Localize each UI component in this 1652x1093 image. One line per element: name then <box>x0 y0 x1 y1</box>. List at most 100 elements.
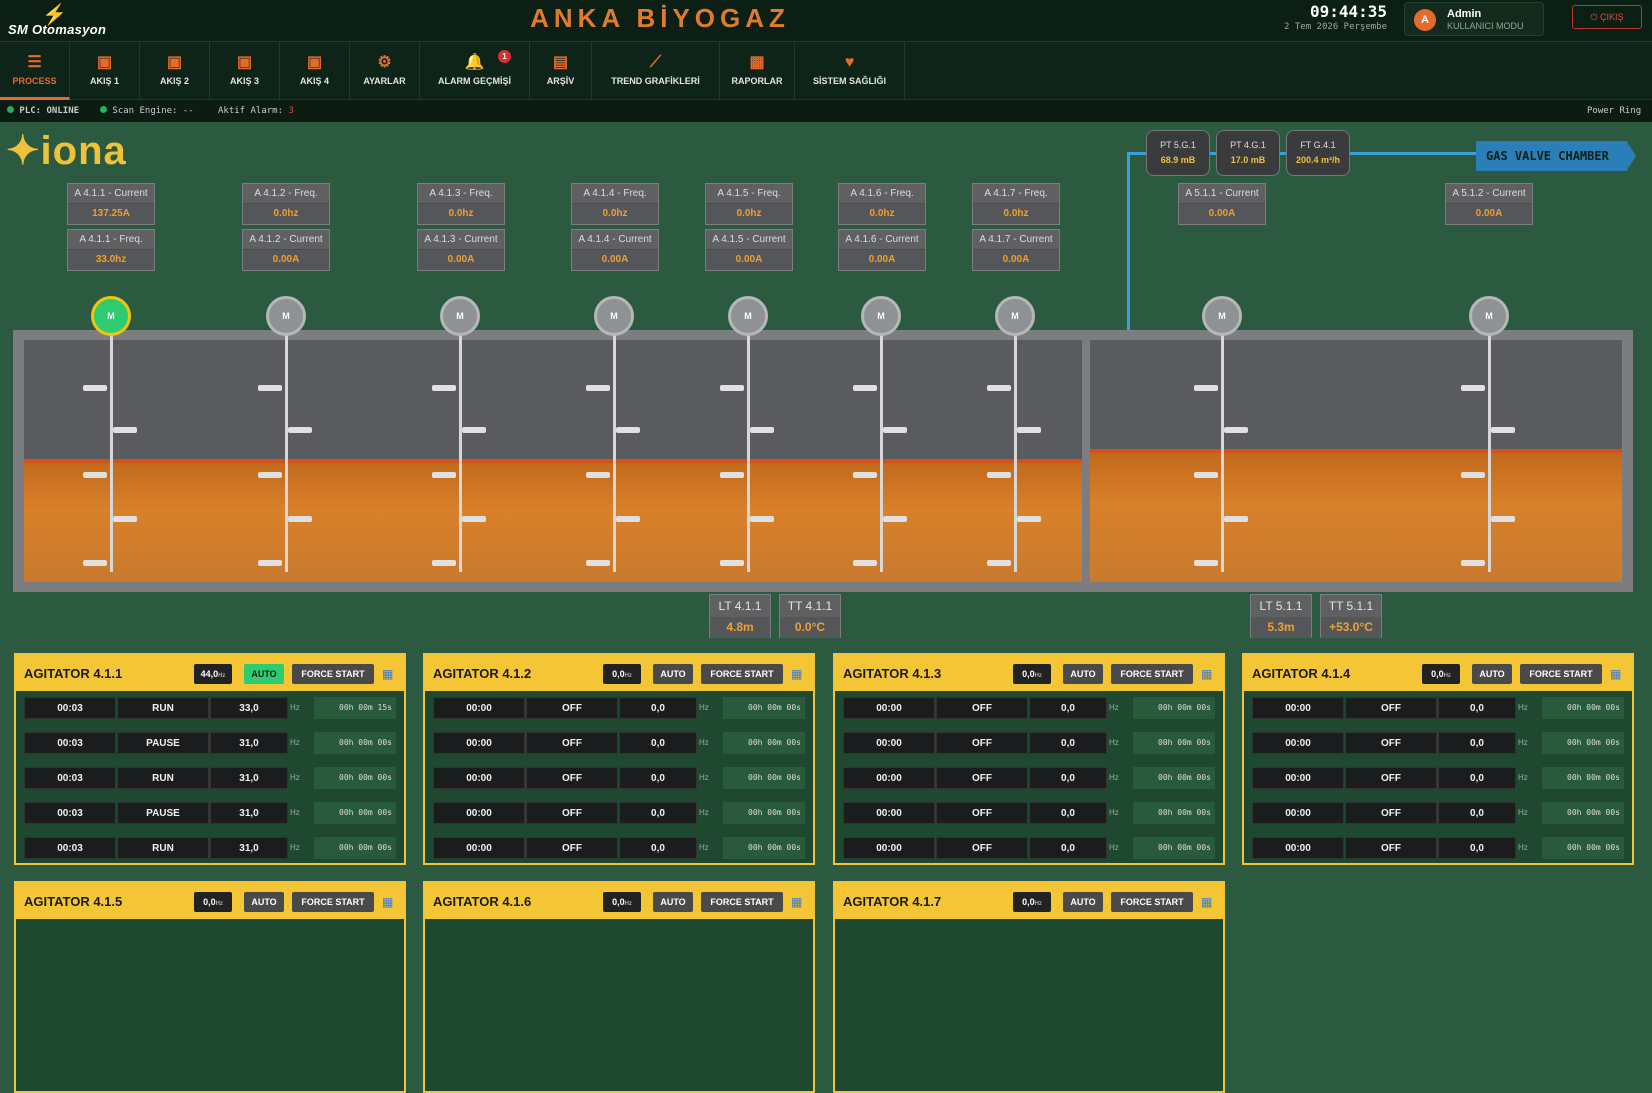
nav-item-9[interactable]: ▦ RAPORLAR <box>720 42 795 100</box>
force-start-button[interactable]: FORCE START <box>1111 892 1193 912</box>
row-freq[interactable]: 31,0 <box>210 802 288 824</box>
force-start-button[interactable]: FORCE START <box>701 892 783 912</box>
force-start-button[interactable]: FORCE START <box>1111 664 1193 684</box>
row-state[interactable]: OFF <box>1345 837 1437 859</box>
row-time[interactable]: 00:00 <box>433 697 525 719</box>
tag-top-box[interactable]: A 4.1.2 - Freq. 0.0hz <box>242 183 330 225</box>
row-state[interactable]: OFF <box>526 732 618 754</box>
logout-button[interactable]: ⏻ ÇIKIŞ <box>1572 5 1642 29</box>
row-state[interactable]: OFF <box>526 767 618 789</box>
row-freq[interactable]: 31,0 <box>210 732 288 754</box>
row-state[interactable]: OFF <box>526 837 618 859</box>
row-time[interactable]: 00:00 <box>1252 802 1344 824</box>
nav-item-8[interactable]: ⟋ TREND GRAFİKLERİ <box>592 42 720 100</box>
row-freq[interactable]: 0,0 <box>1438 697 1516 719</box>
calendar-icon[interactable]: ▦ <box>791 667 802 681</box>
row-time[interactable]: 00:03 <box>24 732 116 754</box>
motor-icon[interactable]: M <box>728 296 768 336</box>
tank-sensor[interactable]: TT 4.1.1 0.0°C <box>779 594 841 638</box>
force-start-button[interactable]: FORCE START <box>1520 664 1602 684</box>
user-menu[interactable]: A Admin KULLANICI MODU <box>1404 2 1544 36</box>
auto-button[interactable]: AUTO <box>653 664 693 684</box>
motor-icon[interactable]: M <box>995 296 1035 336</box>
gas-valve-chamber-label[interactable]: GAS VALVE CHAMBER <box>1476 141 1636 171</box>
nav-item-5[interactable]: ⚙ AYARLAR <box>350 42 420 100</box>
tag-top-box[interactable]: A 4.1.7 - Freq. 0.0hz <box>972 183 1060 225</box>
row-freq[interactable]: 0,0 <box>619 837 697 859</box>
row-state[interactable]: OFF <box>936 802 1028 824</box>
motor-icon[interactable]: M <box>861 296 901 336</box>
force-start-button[interactable]: FORCE START <box>292 892 374 912</box>
row-freq[interactable]: 0,0 <box>1438 802 1516 824</box>
row-freq[interactable]: 0,0 <box>1438 767 1516 789</box>
tank-sensor[interactable]: LT 5.1.1 5.3m <box>1250 594 1312 638</box>
row-state[interactable]: OFF <box>1345 732 1437 754</box>
row-time[interactable]: 00:03 <box>24 837 116 859</box>
auto-button[interactable]: AUTO <box>653 892 693 912</box>
tag-top-box[interactable]: A 4.1.5 - Freq. 0.0hz <box>705 183 793 225</box>
nav-item-1[interactable]: ▣ AKIŞ 1 <box>70 42 140 100</box>
row-freq[interactable]: 0,0 <box>1029 697 1107 719</box>
row-time[interactable]: 00:00 <box>843 732 935 754</box>
row-time[interactable]: 00:03 <box>24 767 116 789</box>
tag-bottom-box[interactable]: A 4.1.5 - Current 0.00A <box>705 229 793 271</box>
row-state[interactable]: RUN <box>117 767 209 789</box>
gas-sensor[interactable]: PT 4.G.1 17.0 mB <box>1216 130 1280 176</box>
auto-button[interactable]: AUTO <box>244 664 284 684</box>
row-state[interactable]: OFF <box>526 697 618 719</box>
tag-top-box[interactable]: A 4.1.3 - Freq. 0.0hz <box>417 183 505 225</box>
auto-button[interactable]: AUTO <box>244 892 284 912</box>
auto-button[interactable]: AUTO <box>1472 664 1512 684</box>
motor-icon[interactable]: M <box>440 296 480 336</box>
tag-bottom-box[interactable]: A 4.1.1 - Freq. 33.0hz <box>67 229 155 271</box>
row-time[interactable]: 00:00 <box>1252 732 1344 754</box>
row-freq[interactable]: 33,0 <box>210 697 288 719</box>
row-time[interactable]: 00:00 <box>1252 837 1344 859</box>
tag-bottom-box[interactable]: A 4.1.3 - Current 0.00A <box>417 229 505 271</box>
nav-item-10[interactable]: ♥ SİSTEM SAĞLIĞI <box>795 42 905 100</box>
force-start-button[interactable]: FORCE START <box>701 664 783 684</box>
row-freq[interactable]: 0,0 <box>1029 767 1107 789</box>
row-state[interactable]: OFF <box>1345 767 1437 789</box>
row-state[interactable]: OFF <box>936 837 1028 859</box>
nav-item-7[interactable]: ▤ ARŞİV <box>530 42 592 100</box>
calendar-icon[interactable]: ▦ <box>1201 667 1212 681</box>
row-time[interactable]: 00:00 <box>843 802 935 824</box>
motor-icon[interactable]: M <box>266 296 306 336</box>
gas-sensor[interactable]: FT G.4.1 200.4 m³/h <box>1286 130 1350 176</box>
tag-top-box[interactable]: A 5.1.2 - Current 0.00A <box>1445 183 1533 225</box>
row-state[interactable]: PAUSE <box>117 802 209 824</box>
row-freq[interactable]: 31,0 <box>210 767 288 789</box>
nav-item-0[interactable]: ☰ PROCESS <box>0 42 70 100</box>
row-time[interactable]: 00:00 <box>843 837 935 859</box>
row-freq[interactable]: 0,0 <box>619 802 697 824</box>
nav-item-6[interactable]: 🔔 ALARM GEÇMİŞİ 1 <box>420 42 530 100</box>
row-freq[interactable]: 0,0 <box>1029 802 1107 824</box>
row-state[interactable]: PAUSE <box>117 732 209 754</box>
row-time[interactable]: 00:00 <box>433 767 525 789</box>
tag-top-box[interactable]: A 4.1.4 - Freq. 0.0hz <box>571 183 659 225</box>
auto-button[interactable]: AUTO <box>1063 892 1103 912</box>
row-state[interactable]: OFF <box>936 697 1028 719</box>
tag-top-box[interactable]: A 5.1.1 - Current 0.00A <box>1178 183 1266 225</box>
row-time[interactable]: 00:03 <box>24 802 116 824</box>
calendar-icon[interactable]: ▦ <box>382 667 393 681</box>
tag-top-box[interactable]: A 4.1.6 - Freq. 0.0hz <box>838 183 926 225</box>
tank-sensor[interactable]: TT 5.1.1 +53.0°C <box>1320 594 1382 638</box>
row-state[interactable]: OFF <box>1345 697 1437 719</box>
tag-bottom-box[interactable]: A 4.1.2 - Current 0.00A <box>242 229 330 271</box>
tag-bottom-box[interactable]: A 4.1.6 - Current 0.00A <box>838 229 926 271</box>
row-time[interactable]: 00:00 <box>843 767 935 789</box>
nav-item-2[interactable]: ▣ AKIŞ 2 <box>140 42 210 100</box>
row-state[interactable]: RUN <box>117 697 209 719</box>
tag-bottom-box[interactable]: A 4.1.4 - Current 0.00A <box>571 229 659 271</box>
row-freq[interactable]: 0,0 <box>1029 837 1107 859</box>
row-state[interactable]: RUN <box>117 837 209 859</box>
tag-top-box[interactable]: A 4.1.1 - Current 137.25A <box>67 183 155 225</box>
row-time[interactable]: 00:00 <box>1252 767 1344 789</box>
motor-icon[interactable]: M <box>91 296 131 336</box>
tank-sensor[interactable]: LT 4.1.1 4.8m <box>709 594 771 638</box>
tag-bottom-box[interactable]: A 4.1.7 - Current 0.00A <box>972 229 1060 271</box>
motor-icon[interactable]: M <box>1202 296 1242 336</box>
row-freq[interactable]: 0,0 <box>619 732 697 754</box>
